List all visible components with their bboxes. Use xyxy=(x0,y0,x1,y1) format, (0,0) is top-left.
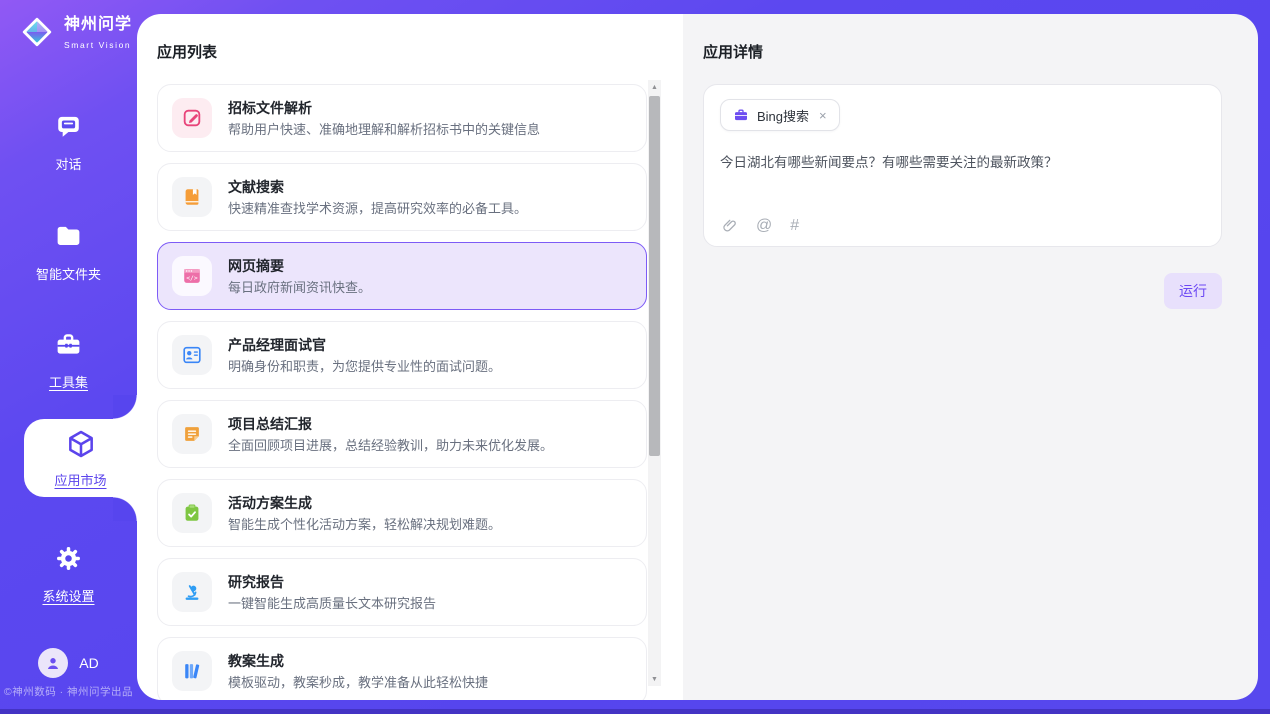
app-card-list: 招标文件解析 帮助用户快速、准确地理解和解析招标书中的关键信息 文献搜索 xyxy=(157,84,647,700)
folder-icon xyxy=(0,222,137,256)
app-card-desc: 全面回顾项目进展，总结经验教训，助力未来优化发展。 xyxy=(228,439,553,452)
brand-name: 神州问学 xyxy=(64,16,132,33)
diamond-logo-icon xyxy=(18,13,56,56)
app-card-desc: 明确身份和职责，为您提供专业性的面试问题。 xyxy=(228,360,501,373)
window-bottom-edge xyxy=(0,709,1270,714)
sidebar-item-toolset[interactable]: 工具集 xyxy=(0,330,137,391)
hash-icon[interactable]: # xyxy=(790,218,799,234)
sidebar-item-label: 工具集 xyxy=(0,372,137,391)
scroll-up-arrow-icon[interactable]: ▲ xyxy=(648,80,661,94)
brand-logo: 神州问学 Smart Vision xyxy=(18,13,137,56)
app-card-desc: 帮助用户快速、准确地理解和解析招标书中的关键信息 xyxy=(228,123,540,136)
app-detail-panel: 应用详情 Bing搜索 × 今日湖北有哪些新闻要点？有哪些需要关注的最新政策？ xyxy=(683,14,1258,700)
app-list-panel: 应用列表 招标文件解析 帮助用户快速、准确地理解和解析招标书中的关键信息 xyxy=(137,14,683,700)
app-card-title: 教案生成 xyxy=(228,654,488,668)
interviewer-icon xyxy=(172,335,212,375)
tool-chip-bing-search[interactable]: Bing搜索 × xyxy=(720,99,840,131)
sidebar-item-app-market[interactable]: 应用市场 xyxy=(24,419,137,497)
user-initials: AD xyxy=(79,655,98,671)
app-card-event-plan[interactable]: 活动方案生成 智能生成个性化活动方案，轻松解决规划难题。 xyxy=(157,479,647,547)
app-card-pm-interviewer[interactable]: 产品经理面试官 明确身份和职责，为您提供专业性的面试问题。 xyxy=(157,321,647,389)
app-card-title: 招标文件解析 xyxy=(228,101,540,115)
query-text[interactable]: 今日湖北有哪些新闻要点？有哪些需要关注的最新政策？ xyxy=(720,151,1205,171)
attachment-icon[interactable] xyxy=(721,217,738,234)
sidebar-item-label: 应用市场 xyxy=(54,470,106,489)
avatar xyxy=(38,648,68,678)
clipboard-check-icon xyxy=(172,493,212,533)
app-card-title: 项目总结汇报 xyxy=(228,417,553,431)
tool-chip-label: Bing搜索 xyxy=(757,106,809,125)
app-card-literature-search[interactable]: 文献搜索 快速精准查找学术资源，提高研究效率的必备工具。 xyxy=(157,163,647,231)
scrollbar-thumb[interactable] xyxy=(649,96,660,456)
app-window: 神州问学 Smart Vision 对话 智能文件夹 xyxy=(0,0,1270,714)
app-list-title: 应用列表 xyxy=(157,41,683,62)
app-detail-title: 应用详情 xyxy=(703,41,1222,62)
gear-icon xyxy=(0,544,137,578)
app-card-desc: 一键智能生成高质量长文本研究报告 xyxy=(228,597,436,610)
app-card-desc: 模板驱动，教案秒成，教学准备从此轻松快捷 xyxy=(228,676,488,689)
composer-toolbar: @ # xyxy=(721,217,799,234)
svg-text:</>: </> xyxy=(186,274,198,282)
app-card-title: 网页摘要 xyxy=(228,259,371,273)
edit-document-icon xyxy=(172,98,212,138)
user-account[interactable]: AD xyxy=(0,648,137,678)
copyright-footer: ©神州数码 · 神州问学出品 xyxy=(0,684,137,699)
sidebar-item-chat[interactable]: 对话 xyxy=(0,112,137,173)
chip-close-icon[interactable]: × xyxy=(819,109,827,122)
query-composer[interactable]: Bing搜索 × 今日湖北有哪些新闻要点？有哪些需要关注的最新政策？ @ # xyxy=(703,84,1222,247)
sidebar-item-label: 对话 xyxy=(0,154,137,173)
cube-icon xyxy=(65,428,97,465)
sidebar-item-label: 系统设置 xyxy=(0,586,137,605)
app-card-project-summary[interactable]: 项目总结汇报 全面回顾项目进展，总结经验教训，助力未来优化发展。 xyxy=(157,400,647,468)
app-card-research-report[interactable]: 研究报告 一键智能生成高质量长文本研究报告 xyxy=(157,558,647,626)
main-content: 应用列表 招标文件解析 帮助用户快速、准确地理解和解析招标书中的关键信息 xyxy=(137,14,1258,700)
app-card-title: 研究报告 xyxy=(228,575,436,589)
app-card-title: 产品经理面试官 xyxy=(228,338,501,352)
toolbox-icon xyxy=(0,330,137,364)
brand-tagline: Smart Vision xyxy=(64,40,131,50)
books-icon xyxy=(172,651,212,691)
app-card-bid-analysis[interactable]: 招标文件解析 帮助用户快速、准确地理解和解析招标书中的关键信息 xyxy=(157,84,647,152)
sidebar-item-settings[interactable]: 系统设置 xyxy=(0,544,137,605)
run-row: 运行 xyxy=(703,273,1222,309)
app-card-title: 活动方案生成 xyxy=(228,496,501,510)
app-card-title: 文献搜索 xyxy=(228,180,527,194)
app-list-scrollbar[interactable]: ▲ ▼ xyxy=(648,80,661,686)
book-icon xyxy=(172,177,212,217)
app-card-desc: 每日政府新闻资讯快查。 xyxy=(228,281,371,294)
sidebar-item-smart-folders[interactable]: 智能文件夹 xyxy=(0,222,137,283)
chat-icon xyxy=(0,112,137,146)
briefcase-icon xyxy=(733,107,749,123)
run-button[interactable]: 运行 xyxy=(1164,273,1222,309)
sidebar-item-label: 智能文件夹 xyxy=(0,264,137,283)
scroll-down-arrow-icon[interactable]: ▼ xyxy=(648,672,661,686)
mention-icon[interactable]: @ xyxy=(756,218,772,234)
app-card-desc: 智能生成个性化活动方案，轻松解决规划难题。 xyxy=(228,518,501,531)
sidebar: 神州问学 Smart Vision 对话 智能文件夹 xyxy=(0,0,137,714)
browser-code-icon: </> xyxy=(172,256,212,296)
app-card-web-summary[interactable]: </> 网页摘要 每日政府新闻资讯快查。 xyxy=(157,242,647,310)
app-card-desc: 快速精准查找学术资源，提高研究效率的必备工具。 xyxy=(228,202,527,215)
app-card-lesson-plan[interactable]: 教案生成 模板驱动，教案秒成，教学准备从此轻松快捷 xyxy=(157,637,647,700)
research-report-icon xyxy=(172,572,212,612)
memo-icon xyxy=(172,414,212,454)
